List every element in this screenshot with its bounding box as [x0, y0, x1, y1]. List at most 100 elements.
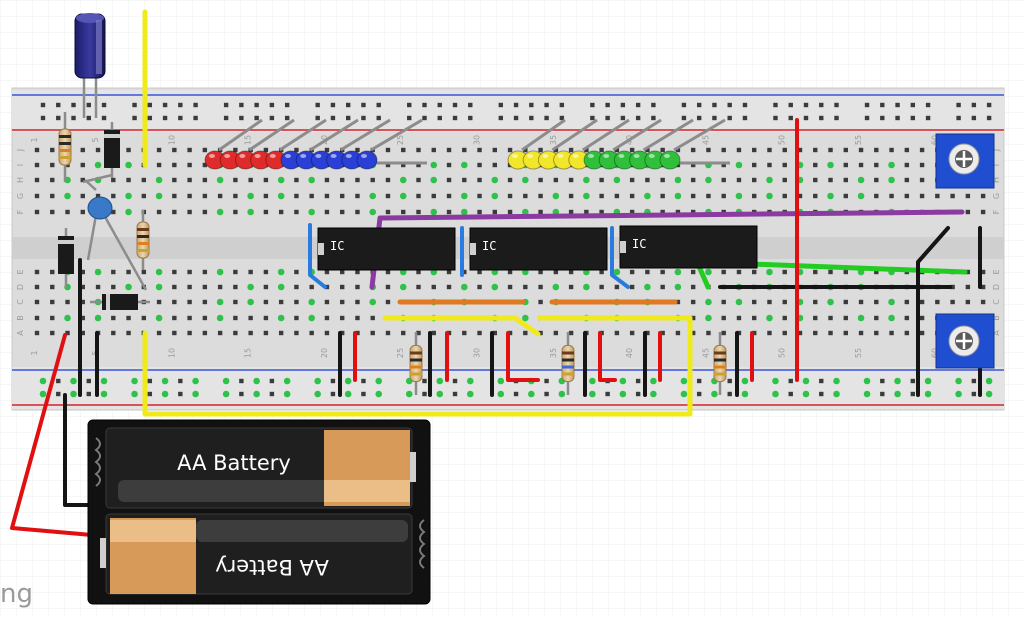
hole [523, 193, 528, 199]
rail-hole [468, 115, 473, 121]
hole [813, 269, 818, 275]
hole [50, 269, 55, 275]
connected-rail-hole [283, 390, 291, 398]
hole [248, 330, 253, 336]
hole [340, 177, 345, 183]
hole [248, 315, 253, 321]
rail-hole [361, 378, 366, 384]
rail-hole [40, 115, 46, 121]
resistor-band [59, 156, 71, 159]
resistor-band [59, 142, 71, 145]
rail-hole [605, 391, 610, 397]
rail-hole [971, 378, 977, 384]
hole [919, 147, 925, 153]
connected-rail-hole [650, 390, 657, 398]
connected-hole [888, 314, 895, 322]
hole [538, 193, 543, 199]
row-letter: F [992, 209, 1001, 214]
rail-hole [819, 378, 824, 384]
connected-hole [766, 268, 773, 276]
hole [813, 315, 818, 321]
connected-hole [888, 298, 895, 306]
column-number-bottom: 30 [473, 348, 482, 358]
hole [965, 209, 971, 215]
hole [858, 330, 864, 336]
hole [263, 330, 269, 336]
connected-hole [857, 192, 865, 200]
connected-rail-hole [70, 390, 77, 398]
hole [828, 330, 833, 336]
led-highlight [588, 154, 594, 158]
row-letter: H [16, 177, 25, 183]
breadboard-schematic-canvas: 1155101015152020252530303535404045455050… [0, 0, 1024, 617]
led-highlight [239, 154, 246, 158]
hole [690, 147, 696, 153]
rail-hole [788, 378, 793, 384]
led-highlight [315, 154, 322, 158]
rail-hole [819, 115, 824, 121]
rail-hole [712, 115, 717, 121]
hole [401, 147, 406, 153]
hole [111, 177, 116, 183]
hole [187, 193, 192, 199]
column-number-top: 15 [244, 135, 253, 145]
column-number-top: 45 [701, 135, 710, 145]
hole [340, 284, 345, 290]
hole [233, 177, 238, 183]
hole [172, 193, 177, 199]
connected-rail-hole [894, 390, 901, 398]
rail-hole [742, 102, 748, 108]
hole [385, 209, 391, 215]
rail-hole [803, 115, 809, 121]
connected-rail-hole [863, 377, 871, 385]
hole [401, 209, 406, 215]
rail-hole [635, 102, 641, 108]
hole [904, 299, 910, 305]
connected-rail-hole [192, 390, 199, 398]
hole [263, 177, 269, 183]
hole [980, 209, 986, 215]
connected-rail-hole [589, 377, 596, 385]
hole [294, 177, 299, 183]
rail-hole [788, 115, 793, 121]
hole [294, 299, 299, 305]
hole [660, 147, 665, 153]
connected-rail-hole [39, 390, 47, 398]
connected-hole [94, 161, 102, 169]
connected-hole [552, 283, 560, 291]
rail-hole [132, 115, 137, 121]
hole [324, 315, 330, 321]
rail-hole [193, 115, 198, 121]
hole [278, 330, 284, 336]
hole [477, 147, 482, 153]
connected-rail-hole [863, 390, 871, 398]
hole [187, 315, 192, 321]
connected-hole [94, 314, 102, 322]
hole [874, 177, 879, 183]
connected-hole [522, 314, 529, 322]
hole [431, 193, 436, 199]
connected-rail-hole [314, 377, 321, 385]
connected-rail-hole [192, 377, 199, 385]
resistor-band [59, 135, 71, 138]
hole [507, 209, 513, 215]
connected-hole [613, 268, 621, 276]
ic-chip-2: IC [469, 227, 608, 271]
hole [233, 284, 238, 290]
column-number-bottom: 40 [625, 348, 634, 358]
hole [111, 284, 116, 290]
hole [141, 315, 147, 321]
connected-rail-hole [253, 377, 260, 385]
hole [645, 177, 650, 183]
hole [752, 193, 757, 199]
connected-rail-hole [222, 390, 230, 398]
battery-pack: AA Battery AA Battery [87, 419, 431, 605]
column-number-top: 10 [167, 135, 176, 145]
column-number-bottom: 55 [854, 348, 863, 358]
hole [858, 147, 864, 153]
led-highlight [664, 154, 670, 158]
rail-hole [315, 102, 320, 108]
hole [507, 177, 513, 183]
rail-hole [147, 102, 153, 108]
hole [706, 330, 711, 336]
